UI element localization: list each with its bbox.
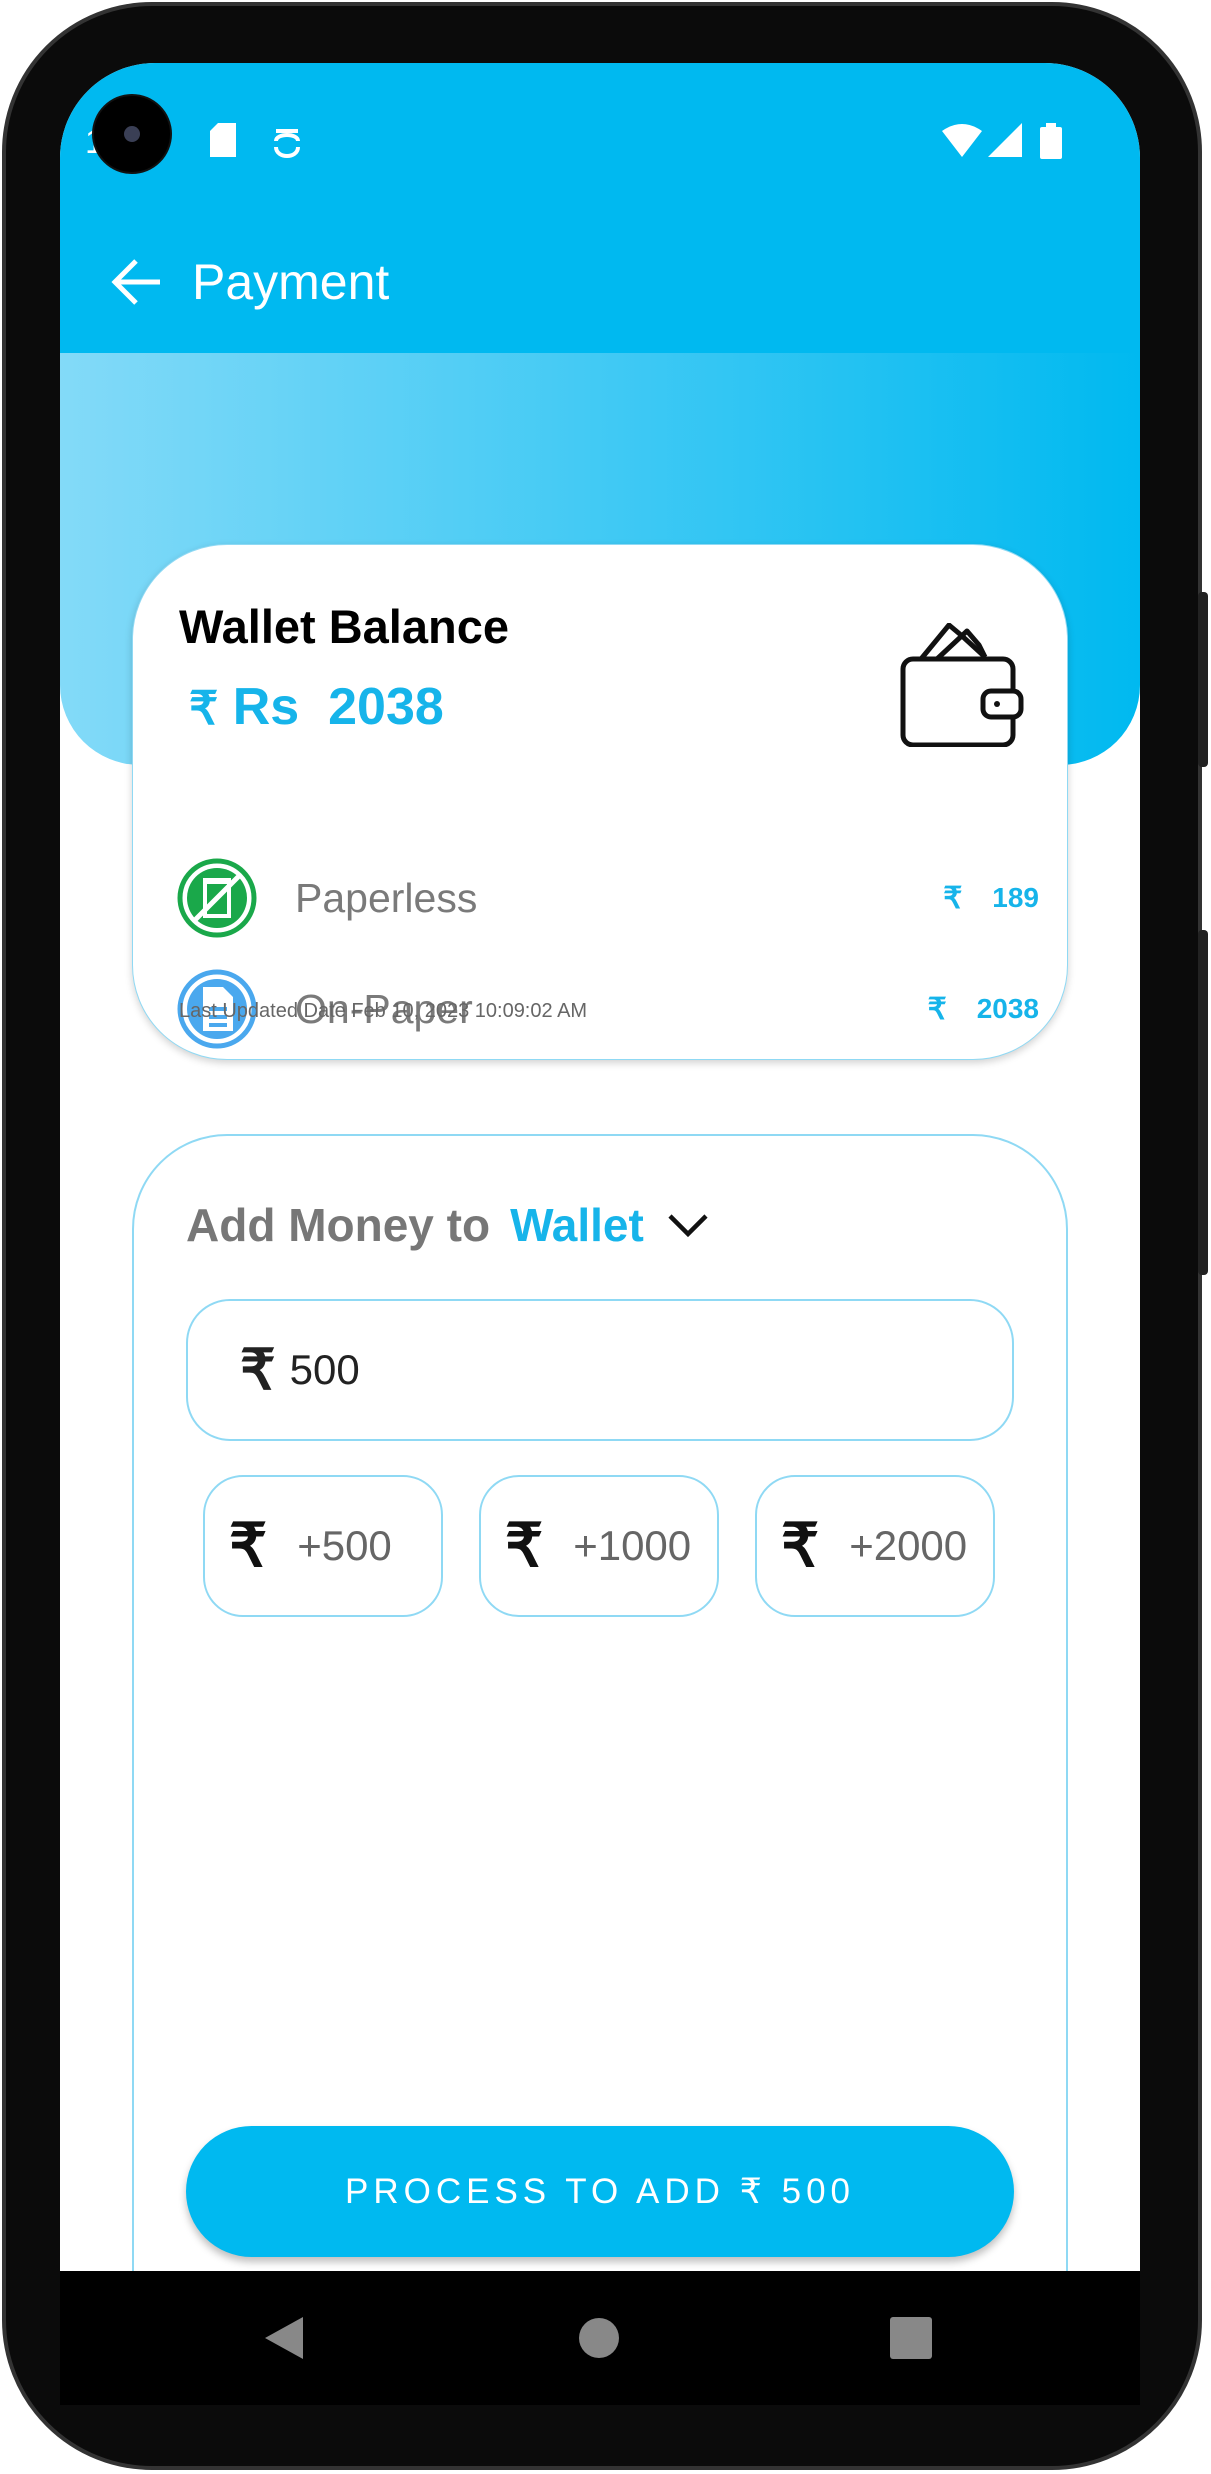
wallet-balance-amount: ₹ Rs 2038 — [189, 677, 444, 737]
chip-label: +1000 — [573, 1522, 692, 1569]
paperless-icon — [177, 858, 257, 938]
recents-nav-icon[interactable] — [890, 2317, 932, 2359]
on-paper-amount: 2038 — [976, 993, 1039, 1024]
last-updated-text: Last Updated Date Feb 10, 2023 10:09:02 … — [179, 1000, 588, 1022]
wifi-icon — [942, 124, 982, 157]
wallet-icon — [900, 623, 1024, 747]
chip-label: +500 — [297, 1522, 392, 1569]
paperless-label: Paperless — [295, 874, 478, 921]
paperless-row: Paperless ₹ 189 — [177, 858, 1039, 938]
chevron-down-icon[interactable] — [666, 1210, 710, 1240]
app-bar: 10:09 Payment — [60, 63, 1140, 353]
rupee-icon: ₹ — [240, 1338, 276, 1401]
arrow-left-icon[interactable] — [110, 257, 164, 307]
target-dropdown[interactable]: Wallet — [510, 1198, 644, 1252]
front-camera — [94, 96, 170, 172]
battery-icon — [1040, 123, 1062, 159]
status-bar: 10:09 — [60, 123, 1140, 163]
balance-label: Rs — [232, 678, 300, 736]
rupee-icon: ₹ — [943, 881, 963, 915]
home-nav-icon[interactable] — [578, 2317, 620, 2359]
back-nav-icon[interactable] — [265, 2317, 305, 2359]
add-money-header: Add Money to Wallet — [186, 1198, 710, 1252]
sd-card-icon — [210, 123, 236, 157]
power-button — [1198, 930, 1208, 1275]
paperless-amount: 189 — [992, 882, 1039, 913]
add-1000-chip[interactable]: ₹ +1000 — [479, 1475, 719, 1617]
add-2000-chip[interactable]: ₹ +2000 — [755, 1475, 995, 1617]
alert-icon — [274, 129, 300, 158]
screen: 10:09 Payment Wallet Balance ₹ Rs 2038 — [60, 63, 1140, 2271]
amount-value: 500 — [289, 1346, 360, 1393]
amount-input[interactable]: ₹ 500 — [186, 1299, 1014, 1441]
rupee-icon: ₹ — [229, 1512, 268, 1579]
rupee-icon: ₹ — [189, 682, 219, 734]
process-add-button[interactable]: PROCESS TO ADD ₹ 500 — [186, 2126, 1014, 2257]
chip-label: +2000 — [849, 1522, 968, 1569]
add-500-chip[interactable]: ₹ +500 — [203, 1475, 443, 1617]
rupee-icon: ₹ — [505, 1512, 544, 1579]
rupee-icon: ₹ — [781, 1512, 820, 1579]
add-money-card: Add Money to Wallet ₹ 500 ₹ +500 ₹ +1000… — [132, 1134, 1068, 2271]
rupee-icon: ₹ — [927, 992, 947, 1026]
signal-icon — [988, 123, 1022, 157]
wallet-balance-card: Wallet Balance ₹ Rs 2038 Paperless ₹ 189 — [132, 544, 1068, 1060]
title-row: Payment — [110, 253, 389, 311]
system-nav-bar — [60, 2271, 1140, 2405]
page-title: Payment — [192, 254, 390, 310]
balance-value: 2038 — [328, 678, 444, 736]
add-money-label: Add Money to — [186, 1199, 491, 1251]
wallet-balance-title: Wallet Balance — [179, 600, 509, 653]
volume-button — [1198, 592, 1208, 767]
